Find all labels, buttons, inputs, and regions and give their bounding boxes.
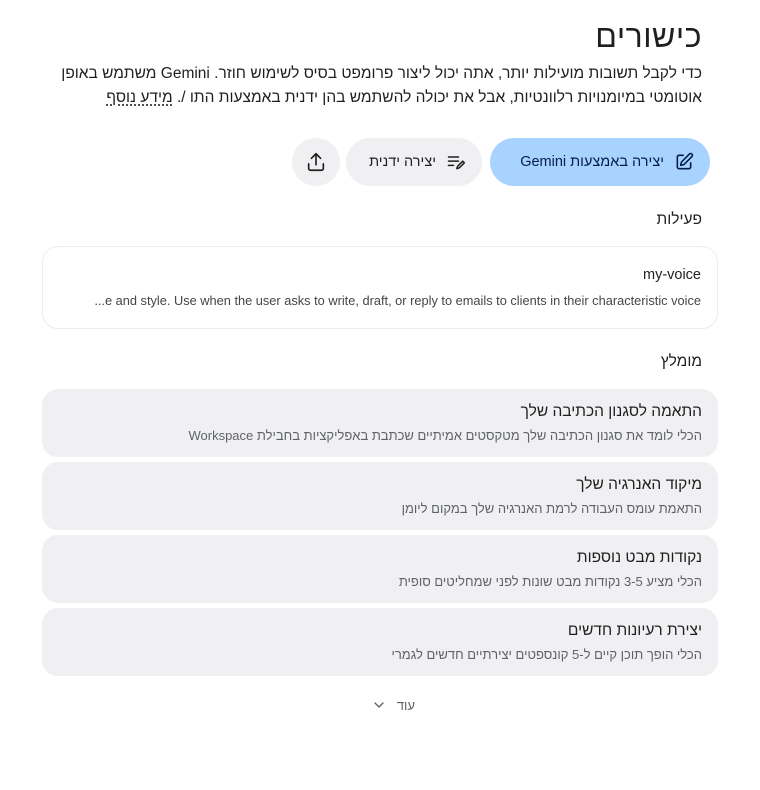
recommended-skill-subtitle: הכלי הופך תוכן קיים ל-5 קונספטים יצירתיי…	[391, 647, 702, 662]
page-description: כדי לקבל תשובות מועילות יותר, אתה יכול ל…	[52, 62, 702, 110]
upload-button[interactable]	[292, 138, 340, 186]
skills-page: כישורים כדי לקבל תשובות מועילות יותר, את…	[0, 0, 760, 790]
show-more-label: עוד	[396, 697, 415, 713]
edit-note-icon	[447, 156, 466, 170]
recommended-skill-title: נקודות מבט נוספות	[576, 549, 702, 566]
recommended-skill-subtitle: הכלי לומד את סגנון הכתיבה שלך מטקסטים אמ…	[188, 428, 702, 443]
recommended-section-label: מומלץ	[660, 353, 702, 370]
create-manually-label: יצירה ידנית	[369, 154, 436, 170]
activity-section-label: פעילות	[656, 211, 702, 228]
recommended-skill-card[interactable]: מיקוד האנרגיה שלך התאמת עומס העבודה לרמת…	[42, 462, 718, 530]
recommended-skill-subtitle: הכלי מציע 3-5 נקודות מבט שונות לפני שמחל…	[398, 574, 702, 589]
learn-more-link[interactable]: מידע נוסף	[106, 89, 172, 106]
chevron-down-icon	[374, 702, 384, 708]
recommended-skill-title: התאמה לסגנון הכתיבה שלך	[520, 403, 702, 420]
recommended-skill-subtitle: התאמת עומס העבודה לרמת האנרגיה שלך במקום…	[401, 501, 702, 516]
recommended-skill-title: יצירת רעיונות חדשים	[567, 622, 702, 639]
skill-name: my-voice	[642, 267, 701, 283]
edit-square-icon	[676, 152, 694, 170]
upload-icon	[307, 152, 325, 172]
recommended-skill-card[interactable]: נקודות מבט נוספות הכלי מציע 3-5 נקודות מ…	[42, 535, 718, 603]
create-manually-button[interactable]: יצירה ידנית	[346, 138, 482, 186]
skill-description: ...e and style. Use when the user asks t…	[57, 293, 701, 308]
create-with-gemini-label: יצירה באמצעות Gemini	[520, 154, 664, 170]
actions-row: יצירה באמצעות Gemini יצירה ידנית	[0, 138, 760, 186]
create-with-gemini-button[interactable]: יצירה באמצעות Gemini	[490, 138, 710, 186]
show-more-button[interactable]: עוד	[355, 694, 415, 716]
skill-description-text: ...e and style. Use when the user asks t…	[94, 293, 701, 308]
page-title: כישורים	[595, 18, 702, 54]
recommended-skill-card[interactable]: התאמה לסגנון הכתיבה שלך הכלי לומד את סגנ…	[42, 389, 718, 457]
activity-skill-card[interactable]: my-voice ...e and style. Use when the us…	[42, 246, 718, 329]
recommended-skill-title: מיקוד האנרגיה שלך	[576, 476, 702, 493]
recommended-skill-card[interactable]: יצירת רעיונות חדשים הכלי הופך תוכן קיים …	[42, 608, 718, 676]
